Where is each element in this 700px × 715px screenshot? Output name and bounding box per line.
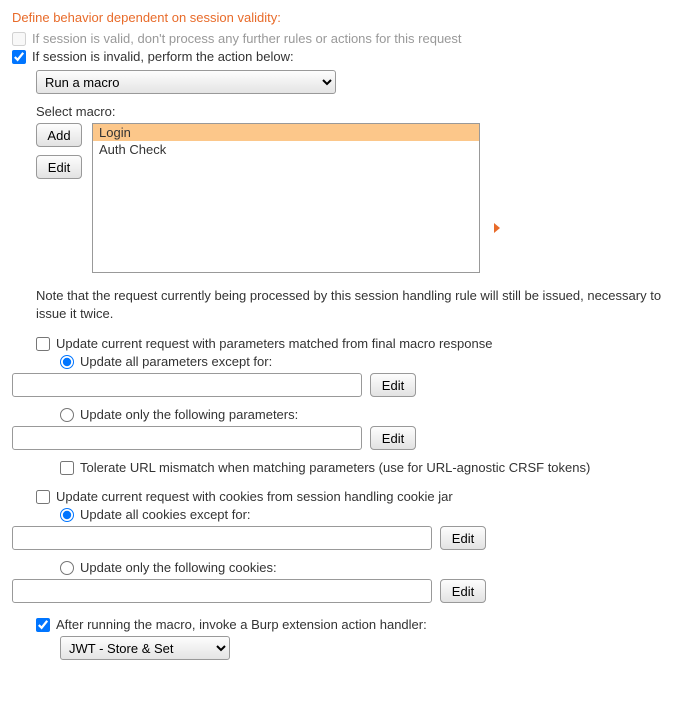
invalid-session-checkbox[interactable] <box>12 50 26 64</box>
invalid-session-label: If session is invalid, perform the actio… <box>32 49 294 64</box>
update-cookies-checkbox[interactable] <box>36 490 50 504</box>
cookies-only-edit-button[interactable]: Edit <box>440 579 486 603</box>
params-all-except-edit-button[interactable]: Edit <box>370 373 416 397</box>
valid-session-label: If session is valid, don't process any f… <box>32 31 462 46</box>
section-title: Define behavior dependent on session val… <box>12 10 688 25</box>
update-cookies-label: Update current request with cookies from… <box>56 489 453 504</box>
add-button[interactable]: Add <box>36 123 82 147</box>
tolerate-url-label: Tolerate URL mismatch when matching para… <box>80 460 590 475</box>
update-params-label: Update current request with parameters m… <box>56 336 492 351</box>
tolerate-url-checkbox[interactable] <box>60 461 74 475</box>
select-macro-label: Select macro: <box>36 104 688 119</box>
valid-session-checkbox[interactable] <box>12 32 26 46</box>
invoke-ext-select[interactable]: JWT - Store & Set <box>60 636 230 660</box>
cookies-all-except-input[interactable] <box>12 526 432 550</box>
params-only-input[interactable] <box>12 426 362 450</box>
params-all-except-radio[interactable] <box>60 355 74 369</box>
cookies-all-except-edit-button[interactable]: Edit <box>440 526 486 550</box>
invoke-ext-label: After running the macro, invoke a Burp e… <box>56 617 427 632</box>
note-text: Note that the request currently being pr… <box>36 287 688 322</box>
edit-macro-button[interactable]: Edit <box>36 155 82 179</box>
params-all-except-input[interactable] <box>12 373 362 397</box>
list-item[interactable]: Login <box>93 124 479 141</box>
params-only-radio[interactable] <box>60 408 74 422</box>
cookies-only-radio[interactable] <box>60 561 74 575</box>
action-select[interactable]: Run a macro <box>36 70 336 94</box>
macro-listbox[interactable]: Login Auth Check <box>92 123 480 273</box>
update-params-checkbox[interactable] <box>36 337 50 351</box>
params-only-label: Update only the following parameters: <box>80 407 298 422</box>
cookies-only-input[interactable] <box>12 579 432 603</box>
invoke-ext-checkbox[interactable] <box>36 618 50 632</box>
cookies-only-label: Update only the following cookies: <box>80 560 277 575</box>
params-only-edit-button[interactable]: Edit <box>370 426 416 450</box>
chevron-right-icon <box>494 223 500 233</box>
list-item[interactable]: Auth Check <box>93 141 479 158</box>
cookies-all-except-label: Update all cookies except for: <box>80 507 251 522</box>
params-all-except-label: Update all parameters except for: <box>80 354 272 369</box>
cookies-all-except-radio[interactable] <box>60 508 74 522</box>
